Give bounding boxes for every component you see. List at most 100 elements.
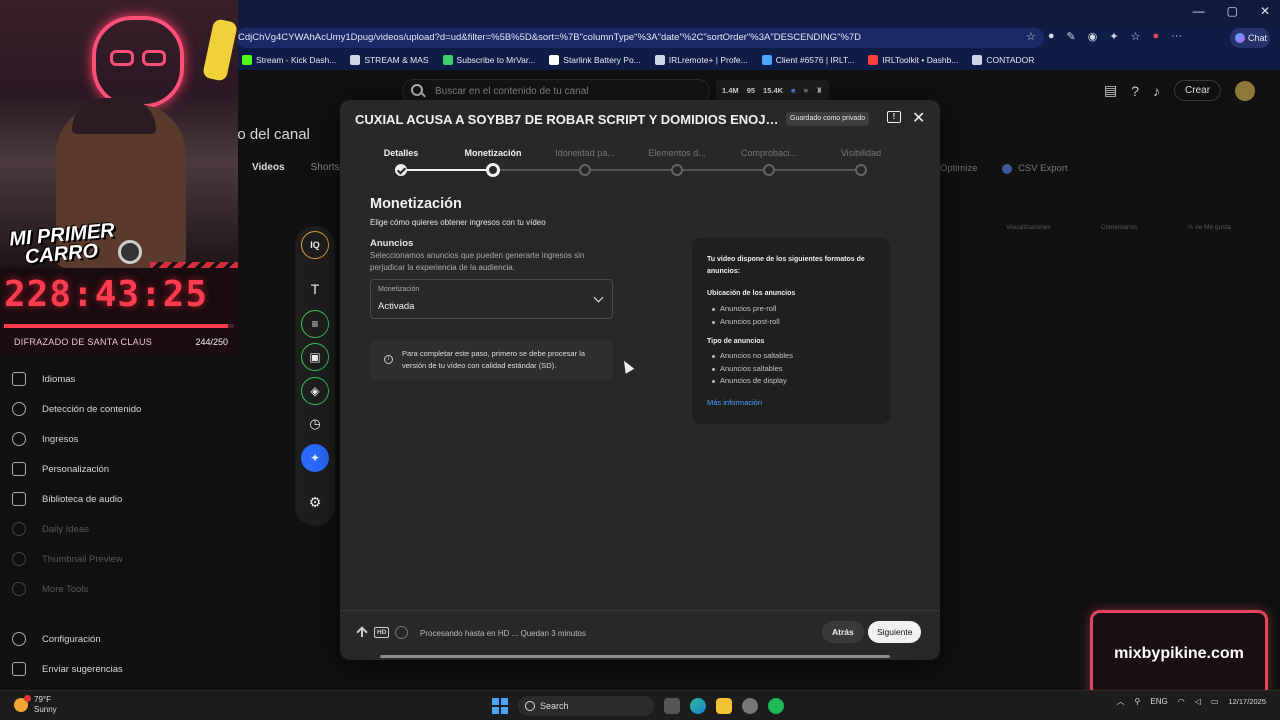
tags-tool-button[interactable]: ◈ — [301, 377, 329, 405]
title-tool-button[interactable]: T — [301, 275, 329, 303]
lines-icon: ≡ — [311, 317, 319, 331]
alert-badge — [24, 695, 31, 702]
bell-icon[interactable]: ♪ — [1153, 83, 1160, 99]
weather-widget[interactable]: 79°F Sunny — [14, 695, 57, 715]
bookmark-item[interactable]: STREAM & MAS — [350, 55, 429, 65]
sidebar-item-daily-ideas[interactable]: Daily Ideas — [12, 514, 212, 544]
tab-shorts[interactable]: Shorts — [311, 162, 340, 173]
sidebar-item-audio[interactable]: Biblioteca de audio — [12, 484, 212, 514]
url-field[interactable]: CdjChVg4CYWAhAcUmy1Dpug/videos/upload?d=… — [236, 28, 1044, 48]
next-button[interactable]: Siguiente — [868, 621, 922, 643]
help-icon[interactable]: ? — [1131, 83, 1139, 99]
step-label[interactable]: Idoneidad pa... — [555, 148, 615, 158]
language-indicator[interactable]: ENG — [1150, 697, 1167, 706]
sidebar-item-idiomas[interactable]: Idiomas — [12, 364, 212, 394]
sidebar-item-deteccion[interactable]: Detección de contenido — [12, 394, 212, 424]
messages-icon[interactable]: ▤ — [1104, 82, 1117, 99]
sidebar-item-ingresos[interactable]: Ingresos — [12, 424, 212, 454]
bookmark-item[interactable]: CONTADOR — [972, 55, 1034, 65]
bookmark-item[interactable]: Client #6576 | IRLT... — [761, 55, 854, 65]
system-tray: ︿ ⚲ ENG ◠ ◁ ▭ 12/17/2025 — [1117, 696, 1266, 707]
description-tool-button[interactable]: ≡ — [301, 310, 329, 338]
date: 12/17/2025 — [1228, 696, 1266, 706]
clock[interactable]: 12/17/2025 — [1228, 697, 1266, 707]
wifi-icon[interactable]: ◠ — [1178, 697, 1185, 706]
star-icon[interactable]: ☆ — [1026, 30, 1036, 43]
close-icon[interactable]: ✕ — [912, 108, 925, 128]
battery-icon[interactable]: ▭ — [1211, 697, 1219, 706]
extension-tool-icon — [12, 582, 26, 596]
url-text[interactable]: CdjChVg4CYWAhAcUmy1Dpug/videos/upload?d=… — [238, 32, 861, 43]
tab-videos[interactable]: Videos — [252, 162, 285, 173]
streamer-cap — [72, 98, 156, 134]
sidebar-item-more-tools[interactable]: More Tools — [12, 574, 212, 604]
obs-icon[interactable] — [742, 698, 758, 714]
monetization-select[interactable]: Monetización Activada — [370, 279, 613, 319]
ai-tool-button[interactable]: ✦ — [301, 444, 329, 472]
extension-icon[interactable]: ✎ — [1067, 30, 1076, 43]
sidebar-item-personalizacion[interactable]: Personalización — [12, 454, 212, 484]
optimize-button[interactable]: Optimize — [940, 163, 977, 174]
learn-more-link[interactable]: Más información — [707, 398, 762, 407]
step-label[interactable]: Comprobaci... — [741, 148, 797, 158]
csv-export-button[interactable]: CSV Export — [1002, 163, 1068, 174]
stat-icon-2: ≡ — [803, 85, 808, 95]
section-title: Monetización — [370, 196, 462, 212]
more-icon[interactable]: ··· — [1171, 30, 1182, 43]
window-controls: — ▢ ✕ — [1193, 4, 1270, 18]
step-label[interactable]: Elementos d... — [648, 148, 706, 158]
sidebar-item-label: Configuración — [42, 633, 101, 645]
step-label[interactable]: Monetización — [464, 148, 521, 158]
network-icon[interactable]: ⚲ — [1135, 697, 1141, 706]
file-explorer-icon[interactable] — [716, 698, 732, 714]
step-node[interactable] — [579, 164, 591, 176]
windows-start-icon[interactable] — [492, 698, 508, 714]
sidebar-item-configuracion[interactable]: Configuración — [12, 624, 212, 654]
upload-dialog: CUXIAL ACUSA A SOYBB7 DE ROBAR SCRIPT Y … — [340, 100, 940, 660]
spotify-icon[interactable] — [768, 698, 784, 714]
thumbnail-tool-button[interactable]: ▣ — [301, 343, 329, 371]
step-label[interactable]: Visibilidad — [841, 148, 881, 158]
bookmark-item[interactable]: IRLremote+ | Profe... — [654, 55, 748, 65]
puzzle-icon[interactable]: ✦ — [1109, 30, 1118, 43]
settings-tool-button[interactable]: ⚙ — [301, 488, 329, 516]
back-button[interactable]: Atrás — [822, 621, 864, 643]
horizontal-scrollbar[interactable] — [380, 655, 890, 658]
feedback-icon[interactable]: ! — [887, 111, 901, 123]
bookmark-item[interactable]: IRLToolkit • Dashb... — [868, 55, 958, 65]
trophy-icon: ♜ — [815, 85, 823, 95]
extension-icon[interactable]: ◉ — [1088, 30, 1098, 43]
step-node[interactable] — [855, 164, 867, 176]
step-node[interactable] — [671, 164, 683, 176]
bookmark-item[interactable]: Starlink Battery Po... — [549, 55, 641, 65]
bookmark-label: IRLremote+ | Profe... — [668, 55, 748, 65]
goal-progress-fill — [4, 324, 229, 328]
chevron-up-icon[interactable]: ︿ — [1117, 696, 1125, 707]
bookmark-item[interactable]: Stream - Kick Dash... — [242, 55, 336, 65]
create-button[interactable]: Crear — [1174, 80, 1222, 101]
task-view-icon[interactable] — [664, 698, 680, 714]
step-node[interactable] — [486, 163, 500, 177]
step-label[interactable]: Detalles — [384, 148, 419, 158]
step-node[interactable] — [763, 164, 775, 176]
profile-icon[interactable]: ● — [1152, 30, 1159, 43]
copilot-chat-button[interactable]: Chat — [1230, 28, 1270, 48]
avatar[interactable] — [1235, 80, 1256, 101]
info-icon: i — [384, 355, 393, 364]
taskbar-search[interactable]: Search — [518, 696, 654, 716]
extension-tool-icon — [12, 522, 26, 536]
sidebar-item-sugerencias[interactable]: Enviar sugerencias — [12, 654, 212, 684]
step-node[interactable] — [395, 164, 407, 176]
close-window-icon[interactable]: ✕ — [1260, 4, 1270, 18]
schedule-tool-button[interactable]: ◷ — [301, 410, 329, 438]
iq-button[interactable]: IQ — [301, 231, 329, 259]
maximize-icon[interactable]: ▢ — [1227, 4, 1238, 18]
stepper-connector — [401, 169, 493, 171]
volume-icon[interactable]: ◁ — [1195, 697, 1201, 706]
extension-icon[interactable]: ● — [1048, 30, 1055, 43]
favorites-icon[interactable]: ☆ — [1131, 30, 1141, 43]
minimize-icon[interactable]: — — [1193, 4, 1205, 18]
edge-icon[interactable] — [690, 698, 706, 714]
sidebar-item-thumbnail[interactable]: Thumbnail Preview — [12, 544, 212, 574]
bookmark-item[interactable]: Subscribe to MrVar... — [442, 55, 535, 65]
